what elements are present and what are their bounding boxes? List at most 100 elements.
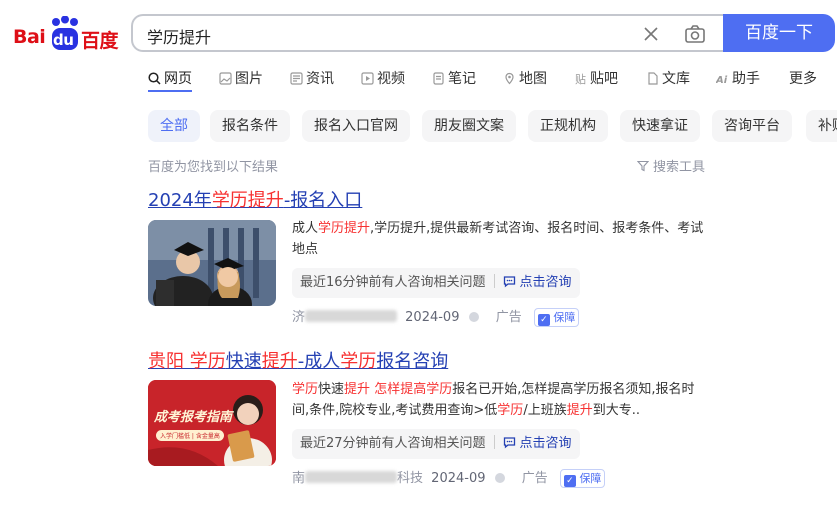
thumbnail-subtext: 入学门槛低 | 含金量高 [156,430,224,441]
shield-icon [468,312,479,322]
svg-text:贴: 贴 [575,72,586,85]
logo-text-mark: du [53,31,74,49]
tab-wenku[interactable]: 文库 [646,68,690,88]
chip-consult-platform[interactable]: 咨询平台 [712,110,792,142]
desc-highlight: 学历提升 [318,221,371,236]
title-highlight: 学历提升 [211,190,284,211]
svg-text:Ai: Ai [716,75,728,85]
title-part: 2024年 [148,190,212,211]
news-icon [290,72,303,85]
clear-icon[interactable] [641,24,661,44]
result-2-consult-bar[interactable]: 最近27分钟前有人咨询相关问题 点击咨询 [292,429,580,459]
result-1-consult-bar[interactable]: 最近16分钟前有人咨询相关问题 点击咨询 [292,268,580,298]
tab-label: 贴吧 [590,71,618,87]
shield-icon [494,473,505,483]
title-part: -成人 [297,351,341,372]
graduates-image [148,220,276,306]
desc-part: 成人 [292,221,319,236]
tab-notes[interactable]: 笔记 [432,68,476,88]
tab-news[interactable]: 资讯 [290,68,334,88]
consult-action-link[interactable]: 点击咨询 [520,275,572,290]
desc-highlight: 怎样提高学历 [374,382,453,397]
result-2-description: 学历快速提升 怎样提高学历报名已开始,怎样提高学历报名须知,报名时 间,条件,院… [292,379,712,421]
tab-label: 网页 [164,71,192,87]
desc-line: 间,条件,院校专业,考试费用查询>低学历/上班族提升到大专.. [292,400,712,421]
tab-video[interactable]: 视频 [361,68,405,88]
desc-highlight: 提升 [566,403,593,418]
desc-part: 快速 [318,382,345,397]
guarantee-badge[interactable]: ✓ 保障 [559,469,606,488]
ai-icon: Ai [715,75,728,86]
tab-label: 助手 [732,71,760,87]
logo-text-left: Bai [13,26,46,48]
logo-text-right: 百度 [81,30,119,52]
tab-assistant[interactable]: Ai 助手 [715,68,760,88]
divider [493,274,495,288]
tab-images[interactable]: 图片 [219,68,263,88]
desc-part: /上班族 [523,403,567,418]
blurred-source [305,471,398,483]
result-1-thumbnail[interactable] [148,220,276,306]
video-icon [361,72,374,85]
chip-conditions[interactable]: 报名条件 [210,110,290,142]
source-name-tail: 科技 [397,471,424,486]
tab-underline [148,90,192,92]
tab-label: 笔记 [448,71,476,87]
result-1-title[interactable]: 2024年学历提升-报名入口 [148,186,362,212]
tab-label: 资讯 [306,71,334,87]
baidu-logo[interactable]: Bai du 百度 [13,16,119,52]
result-1-meta: 济 2024-09 广告 ✓ 保障 [292,306,580,327]
tab-tieba[interactable]: 贴贴吧 [574,68,618,88]
chip-subsidy[interactable]: 补贴 [806,110,837,142]
chip-legit-institution[interactable]: 正规机构 [528,110,608,142]
search-input[interactable]: 学历提升 [147,24,211,48]
chip-all[interactable]: 全部 [148,110,200,142]
consult-text: 最近27分钟前有人咨询相关问题 [300,436,486,451]
date: 2024-09 [431,471,486,486]
document-icon [648,72,658,85]
chip-moments-copy[interactable]: 朋友圈文案 [422,110,516,142]
title-highlight: 提升 [261,351,298,372]
result-2-title[interactable]: 贵阳 学历快速提升-成人学历报名咨询 [148,347,448,373]
chip-fast-certificate[interactable]: 快速拿证 [620,110,700,142]
tab-more[interactable]: 更多 [789,68,817,88]
blurred-source [305,310,398,322]
filter-icon [636,160,650,172]
results-count-text: 百度为您找到以下结果 [148,160,279,175]
thumbnail-heading: 成考报考指南 [154,410,233,425]
tab-label: 更多 [789,71,817,87]
search-tools-label: 搜索工具 [653,160,706,175]
date: 2024-09 [405,310,460,325]
tab-web[interactable]: 网页 [148,68,192,88]
guarantee-badge[interactable]: ✓ 保障 [533,308,580,327]
chip-official-entry[interactable]: 报名入口官网 [302,110,410,142]
search-box[interactable]: 学历提升 [131,14,723,52]
tab-label: 视频 [377,71,405,87]
desc-highlight: 学历 [292,382,319,397]
result-2-thumbnail[interactable]: 成考报考指南 入学门槛低 | 含金量高 [148,380,276,466]
check-icon: ✓ [537,314,550,326]
consult-text: 最近16分钟前有人咨询相关问题 [300,275,486,290]
desc-line: 学历快速提升 怎样提高学历报名已开始,怎样提高学历报名须知,报名时 [292,379,712,400]
badge-label: 保障 [579,472,602,485]
search-icon [148,72,161,85]
title-part: 报名咨询 [376,351,449,372]
tab-map[interactable]: 地图 [503,68,547,88]
title-part: 快速 [225,351,262,372]
consult-action-link[interactable]: 点击咨询 [520,436,572,451]
search-tools[interactable]: 搜索工具 [636,156,706,175]
note-icon [433,72,444,85]
desc-part: 报名已开始,怎样提高学历报名须知,报名时 [452,382,695,397]
source-name: 南 [292,471,306,486]
search-button[interactable]: 百度一下 [723,14,835,52]
result-1-description: 成人学历提升,学历提升,提供最新考试咨询、报名时间、报考条件、考试地点 [292,218,712,260]
source-name: 济 [292,310,306,325]
divider [493,435,495,449]
title-part: -报名入口 [283,190,363,211]
camera-icon[interactable] [684,24,706,44]
check-icon: ✓ [563,475,576,487]
desc-part: 到大专.. [592,403,640,418]
image-icon [219,72,232,85]
result-2-meta: 南 科技 2024-09 广告 ✓ 保障 [292,467,606,488]
badge-label: 保障 [553,311,576,324]
